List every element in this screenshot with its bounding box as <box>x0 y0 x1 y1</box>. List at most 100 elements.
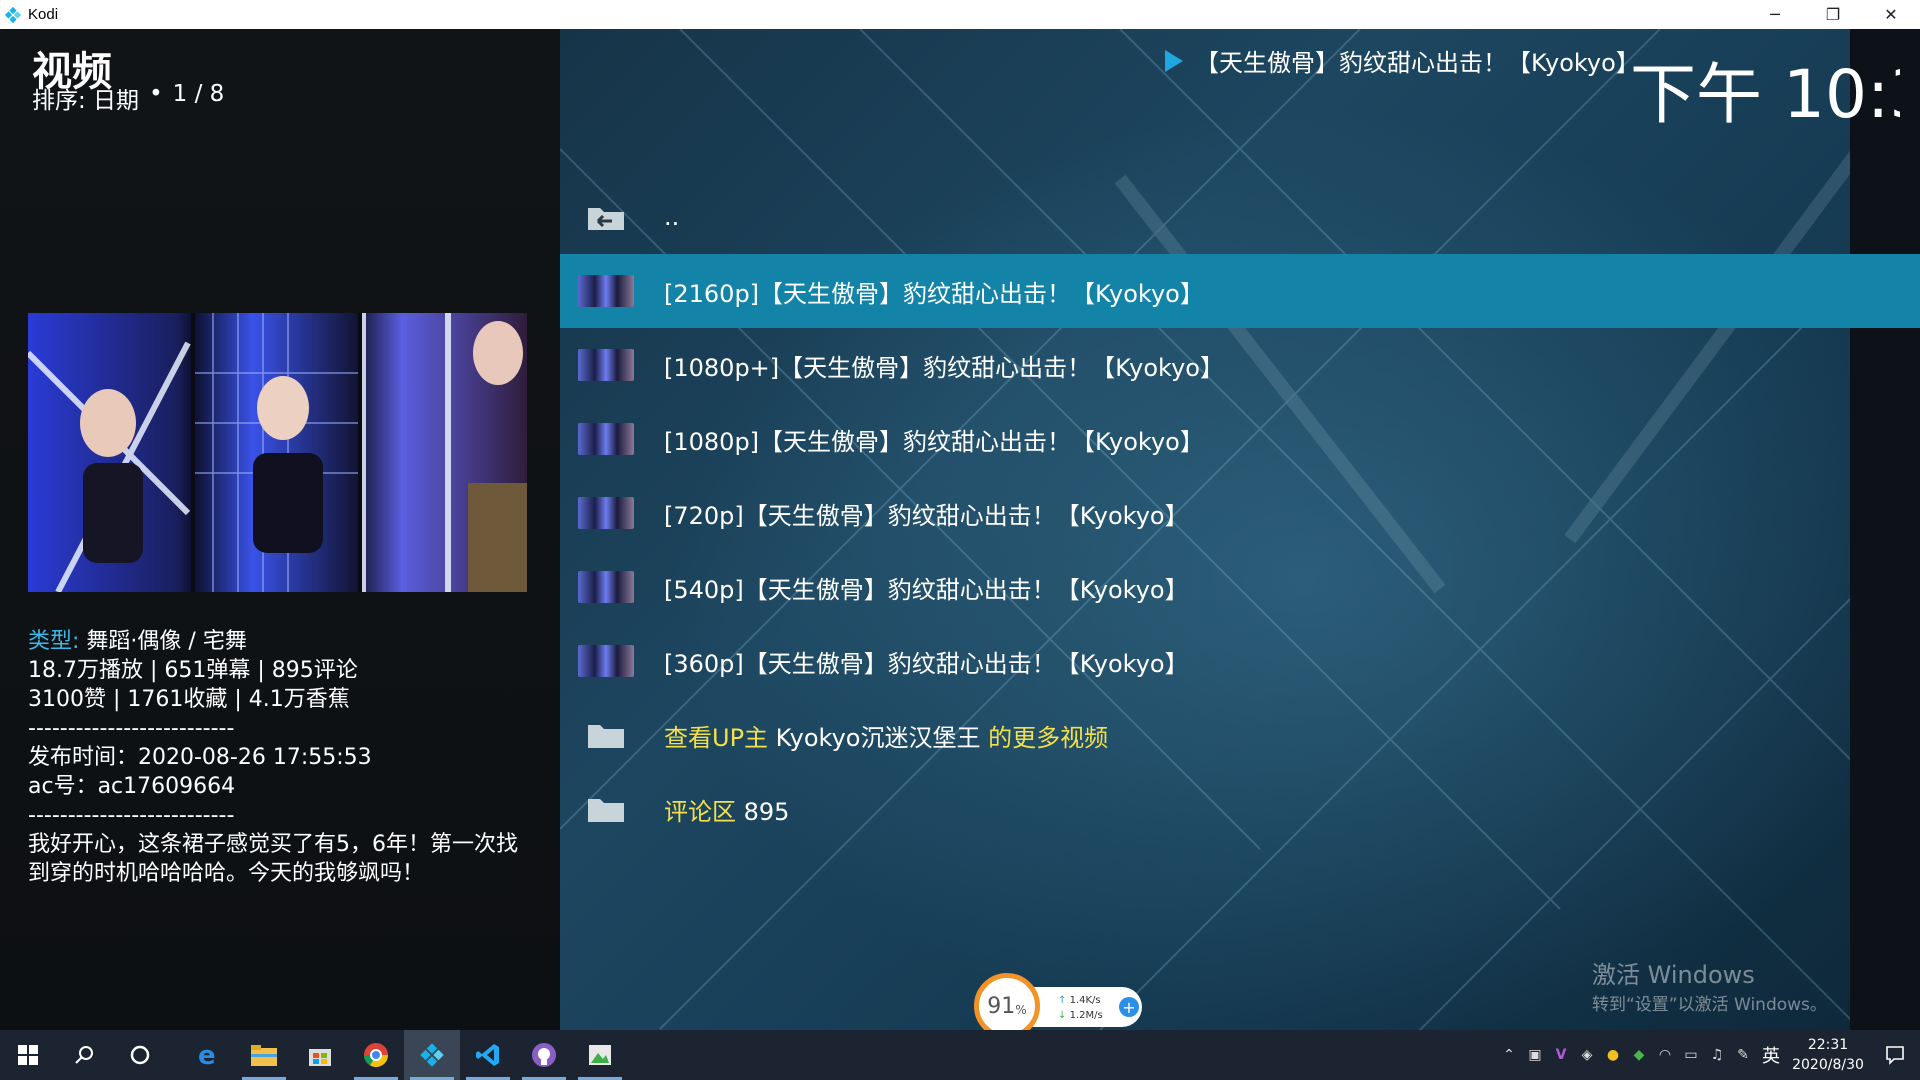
memory-percent: 91 <box>987 993 1016 1019</box>
video-thumbnail-icon <box>578 275 634 307</box>
tray-security-icon[interactable]: ● <box>1600 1030 1626 1080</box>
clock: 下午 10:31 <box>1630 56 1900 133</box>
divider-1: -------------------------- <box>28 716 235 741</box>
minimize-button[interactable]: ─ <box>1746 0 1804 29</box>
uploader-prefix: 查看UP主 <box>664 723 769 752</box>
percent-sign: % <box>1015 1003 1027 1017</box>
download-speed: 1.2M/s <box>1069 1010 1103 1021</box>
ac-id: ac号：ac17609664 <box>28 774 236 799</box>
cortana-button[interactable] <box>112 1030 168 1080</box>
folder-icon <box>578 792 634 826</box>
type-value: 舞蹈·偶像 / 宅舞 <box>86 629 247 654</box>
taskbar-github[interactable] <box>516 1030 572 1080</box>
comments-label: 评论区 <box>664 797 736 826</box>
tray-shield-icon[interactable]: ◆ <box>1626 1030 1652 1080</box>
parent-folder-label: .. <box>664 203 680 231</box>
download-arrow-icon: ↓ <box>1058 1010 1067 1021</box>
restore-button[interactable]: ❐ <box>1804 0 1862 29</box>
video-thumbnail-icon <box>578 349 634 381</box>
system-tray: ⌃ ▣ V ◈ ● ◆ ◠ ▭ ♫ ✎ 英 22:31 2020/8/30 <box>1496 1030 1920 1080</box>
taskbar-file-explorer[interactable] <box>236 1030 292 1080</box>
taskbar-image-app[interactable] <box>572 1030 628 1080</box>
video-item-label: [720p]【天生傲骨】豹纹甜心出击！【Kyokyo】 <box>664 501 1189 530</box>
video-item-label: [1080p]【天生傲骨】豹纹甜心出击！【Kyokyo】 <box>664 427 1204 456</box>
parent-folder-item[interactable]: .. <box>560 180 1920 254</box>
wifi-icon[interactable]: ◠ <box>1652 1030 1678 1080</box>
memory-usage-ring: 91% <box>974 973 1040 1030</box>
input-language[interactable]: 英 <box>1756 1042 1786 1068</box>
search-button[interactable] <box>56 1030 112 1080</box>
taskbar-chrome[interactable] <box>348 1030 404 1080</box>
upload-arrow-icon: ↑ <box>1058 995 1067 1006</box>
divider-2: -------------------------- <box>28 803 235 828</box>
uploader-name: Kyokyo沉迷汉堡王 <box>768 723 989 752</box>
notification-center-button[interactable] <box>1870 1030 1920 1080</box>
vscode-icon <box>476 1044 499 1066</box>
github-icon <box>532 1043 556 1067</box>
windows-taskbar: e ⌃ ▣ V ◈ ● ◆ ◠ ▭ ♫ ✎ 英 22:31 2020/8/30 <box>0 1030 1920 1080</box>
taskbar-kodi[interactable] <box>404 1030 460 1080</box>
kodi-icon <box>420 1043 444 1067</box>
video-item-label: [540p]【天生傲骨】豹纹甜心出击！【Kyokyo】 <box>664 575 1189 604</box>
uploader-suffix: 的更多视频 <box>988 723 1109 752</box>
now-playing-title: 【天生傲骨】豹纹甜心出击！【Kyokyo】 <box>1195 49 1640 77</box>
video-item-label: [1080p+]【天生傲骨】豹纹甜心出击！【Kyokyo】 <box>664 353 1224 382</box>
info-panel: 视频 排序: 日期 • 1 / 8 类型: 舞蹈·偶像 / 宅舞 18.7万播放… <box>0 29 560 1030</box>
edge-icon: e <box>198 1041 216 1069</box>
video-item[interactable]: [2160p]【天生傲骨】豹纹甜心出击！【Kyokyo】 <box>560 254 1920 328</box>
taskbar-edge[interactable]: e <box>180 1030 236 1080</box>
separator-bullet: • <box>149 81 163 107</box>
video-item-label: [360p]【天生傲骨】豹纹甜心出击！【Kyokyo】 <box>664 649 1189 678</box>
start-button[interactable] <box>0 1030 56 1080</box>
window-titlebar: Kodi ─ ❐ ✕ <box>0 0 1920 29</box>
plus-icon[interactable]: + <box>1119 997 1139 1017</box>
pen-icon[interactable]: ✎ <box>1730 1030 1756 1080</box>
video-item[interactable]: [720p]【天生傲骨】豹纹甜心出击！【Kyokyo】 <box>560 476 1920 550</box>
video-item[interactable]: [360p]【天生傲骨】豹纹甜心出击！【Kyokyo】 <box>560 624 1920 698</box>
comments-count: 895 <box>743 797 790 826</box>
image-editor-icon <box>589 1045 611 1065</box>
cortana-icon <box>130 1045 150 1065</box>
watermark-title: 激活 Windows <box>1592 961 1755 989</box>
now-playing[interactable]: 【天生傲骨】豹纹甜心出击！【Kyokyo】 <box>1165 43 1640 78</box>
page-counter: 1 / 8 <box>172 81 225 107</box>
thumbnail-art <box>28 313 527 592</box>
comments-folder-item[interactable]: 评论区 895 <box>560 772 1920 846</box>
taskbar-clock[interactable]: 22:31 2020/8/30 <box>1786 1035 1870 1075</box>
search-icon <box>75 1046 93 1064</box>
file-list: .. [2160p]【天生傲骨】豹纹甜心出击！【Kyokyo】 [1080p+]… <box>560 180 1920 846</box>
tray-app-icon[interactable]: ▣ <box>1522 1030 1548 1080</box>
tray-overflow-chevron-icon[interactable]: ⌃ <box>1496 1030 1522 1080</box>
window-title: Kodi <box>28 6 59 23</box>
type-label: 类型: <box>28 629 80 654</box>
notification-icon <box>1886 1046 1904 1065</box>
taskbar-store[interactable] <box>292 1030 348 1080</box>
video-thumbnail-icon <box>578 645 634 677</box>
volume-icon[interactable]: ♫ <box>1704 1030 1730 1080</box>
video-item[interactable]: [1080p]【天生傲骨】豹纹甜心出击！【Kyokyo】 <box>560 402 1920 476</box>
back-folder-icon <box>578 200 634 234</box>
video-item[interactable]: [540p]【天生傲骨】豹纹甜心出击！【Kyokyo】 <box>560 550 1920 624</box>
publish-time: 发布时间：2020-08-26 17:55:53 <box>28 745 372 770</box>
video-item-label: [2160p]【天生傲骨】豹纹甜心出击！【Kyokyo】 <box>664 279 1204 308</box>
taskbar-vscode[interactable] <box>460 1030 516 1080</box>
close-button[interactable]: ✕ <box>1862 0 1920 29</box>
network-speed-widget[interactable]: 91% ↑ 1.4K/s ↓ 1.2M/s + <box>972 971 1148 1030</box>
video-thumbnail <box>28 313 527 592</box>
store-icon <box>309 1049 331 1066</box>
tray-defender-icon[interactable]: ◈ <box>1574 1030 1600 1080</box>
watermark-subtitle: 转到“设置”以激活 Windows。 <box>1592 995 1827 1015</box>
windows-logo-icon <box>18 1045 38 1065</box>
video-item[interactable]: [1080p+]【天生傲骨】豹纹甜心出击！【Kyokyo】 <box>560 328 1920 402</box>
video-info: 类型: 舞蹈·偶像 / 宅舞 18.7万播放 | 651弹幕 | 895评论 3… <box>28 627 538 888</box>
upload-speed: 1.4K/s <box>1069 995 1101 1006</box>
battery-icon[interactable]: ▭ <box>1678 1030 1704 1080</box>
video-thumbnail-icon <box>578 423 634 455</box>
description-line-1: 我好开心，这条裙子感觉买了有5，6年！第一次找 <box>28 832 518 857</box>
kodi-app: 视频 排序: 日期 • 1 / 8 类型: 舞蹈·偶像 / 宅舞 18.7万播放… <box>0 29 1920 1030</box>
sort-indicator[interactable]: 排序: 日期 • 1 / 8 <box>32 81 224 115</box>
windows-activation-watermark: 激活 Windows 转到“设置”以激活 Windows。 <box>1592 955 1827 1015</box>
uploader-folder-item[interactable]: 查看UP主 Kyokyo沉迷汉堡王 的更多视频 <box>560 698 1920 772</box>
speed-values: ↑ 1.4K/s ↓ 1.2M/s <box>1058 993 1103 1023</box>
tray-v-icon[interactable]: V <box>1548 1030 1574 1080</box>
